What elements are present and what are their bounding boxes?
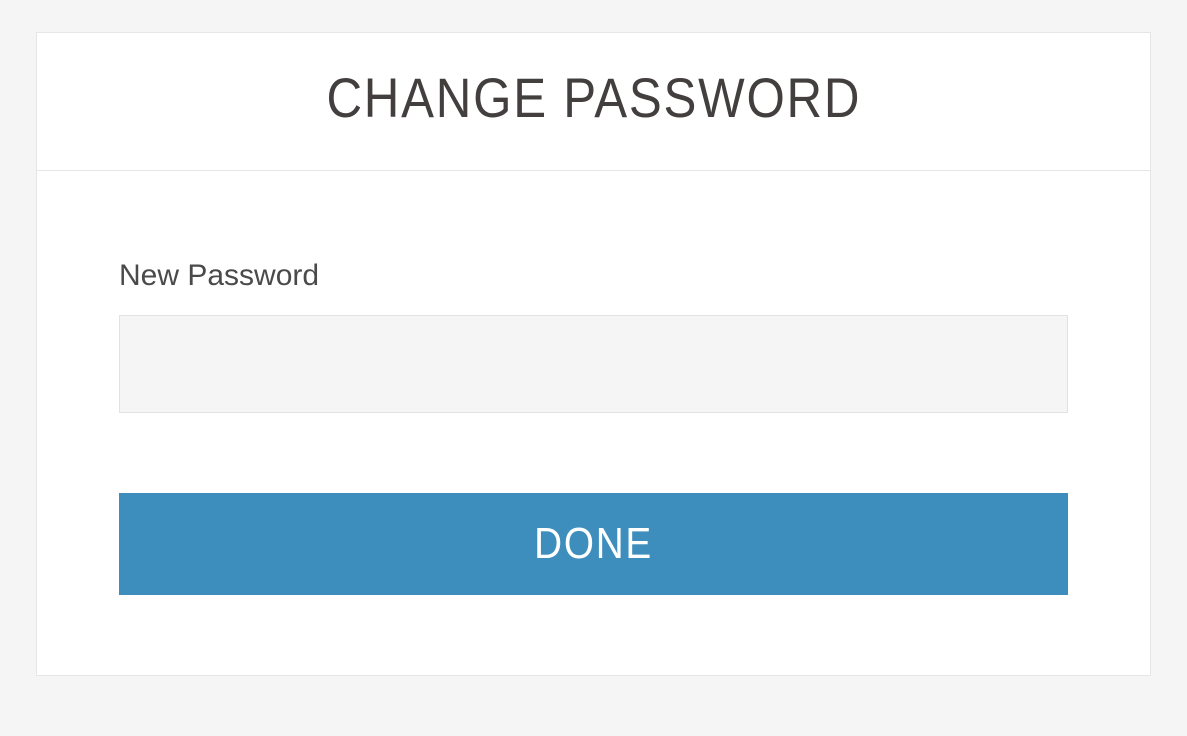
done-button-label: DONE <box>534 519 653 569</box>
new-password-input[interactable] <box>119 315 1068 413</box>
page-title: CHANGE PASSWORD <box>326 65 861 130</box>
card-body: New Password DONE <box>37 171 1150 675</box>
change-password-card: CHANGE PASSWORD New Password DONE <box>36 32 1151 676</box>
done-button[interactable]: DONE <box>119 493 1068 595</box>
card-header: CHANGE PASSWORD <box>37 33 1150 171</box>
new-password-label: New Password <box>119 259 1068 293</box>
